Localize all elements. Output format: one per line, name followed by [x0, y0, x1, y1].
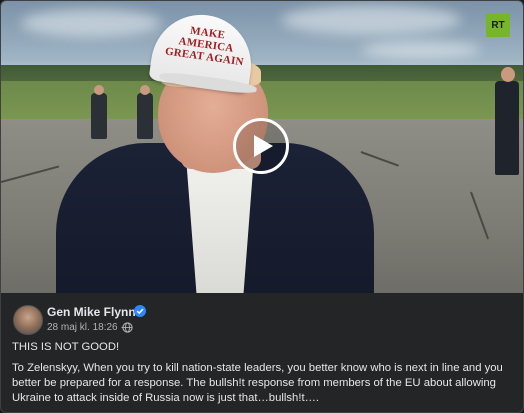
- background-person-head: [140, 85, 150, 95]
- globe-icon[interactable]: [122, 322, 133, 333]
- post-body: THIS IS NOT GOOD! To Zelenskyy, When you…: [12, 340, 512, 412]
- verified-badge-icon: [134, 305, 146, 317]
- post-paragraph: To Zelenskyy, When you try to kill natio…: [12, 362, 503, 404]
- post-timestamp[interactable]: 28 maj kl. 18:26 ·: [47, 322, 124, 333]
- background-person: [91, 93, 107, 139]
- cloud: [281, 5, 461, 35]
- author-name[interactable]: Gen Mike Flynn: [47, 305, 136, 319]
- background-person: [137, 93, 153, 139]
- cloud: [361, 41, 481, 59]
- avatar[interactable]: [13, 305, 43, 335]
- play-button[interactable]: [233, 118, 289, 174]
- background-person-head: [94, 85, 104, 95]
- video-player[interactable]: MAKE AMERICA GREAT AGAIN RT: [1, 1, 523, 293]
- play-icon: [254, 135, 273, 157]
- post-paragraph: THIS IS NOT GOOD!: [12, 341, 120, 353]
- background-person: [495, 81, 519, 175]
- cloud: [21, 9, 161, 37]
- post-card: MAKE AMERICA GREAT AGAIN RT Gen Mike Fly…: [0, 0, 524, 413]
- post-meta: Gen Mike Flynn 28 maj kl. 18:26 · THIS I…: [1, 293, 523, 412]
- background-person-head: [501, 67, 515, 82]
- rt-logo-icon: RT: [486, 13, 510, 37]
